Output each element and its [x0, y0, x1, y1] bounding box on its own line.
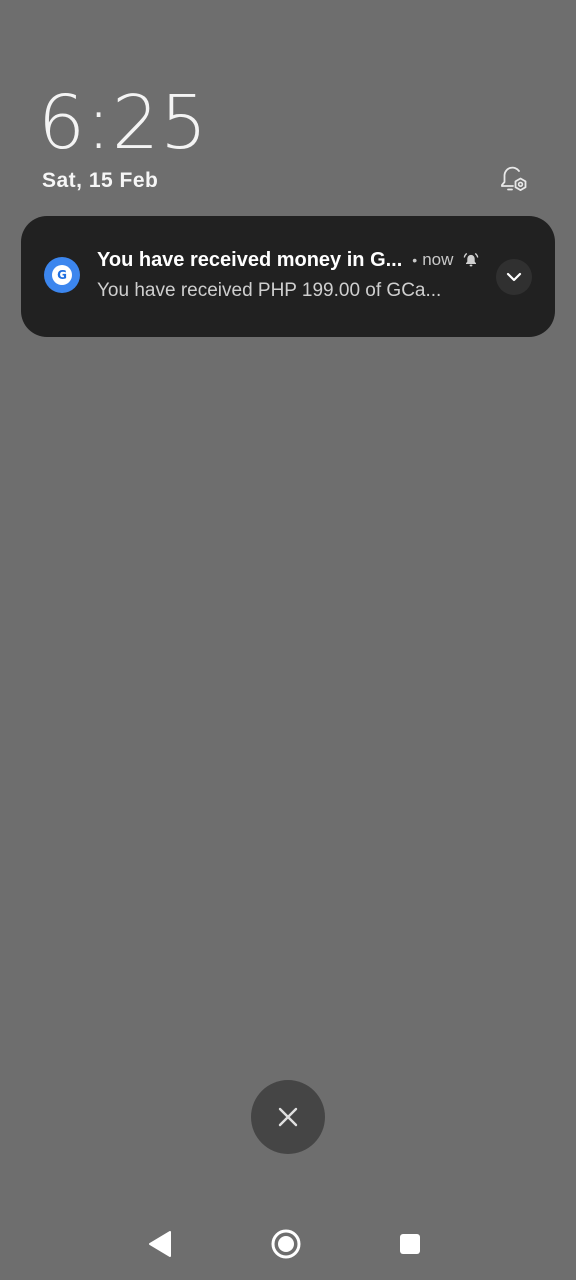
chevron-down-icon — [506, 272, 522, 282]
bell-alert-icon — [463, 252, 479, 268]
back-triangle-icon — [149, 1231, 171, 1257]
close-icon — [278, 1107, 298, 1127]
clear-all-notifications-button[interactable] — [251, 1080, 325, 1154]
nav-recents-button[interactable] — [399, 1233, 421, 1255]
expand-notification-button[interactable] — [496, 259, 532, 295]
gcash-app-icon: G — [44, 257, 80, 293]
lockscreen-clock: 6:25 — [38, 80, 209, 166]
notification-card[interactable]: G You have received money in G... • now … — [21, 216, 555, 337]
notification-time: now — [422, 250, 454, 269]
nav-home-button[interactable] — [270, 1228, 302, 1260]
notification-title: You have received money in G... — [97, 248, 403, 271]
bell-settings-icon — [501, 166, 527, 191]
notification-body: You have received PHP 199.00 of GCa... — [97, 280, 442, 301]
app-icon-letter: G — [52, 265, 72, 285]
nav-back-button[interactable] — [148, 1230, 174, 1258]
recents-square-icon — [400, 1234, 420, 1254]
notification-header: You have received money in G... • now — [97, 246, 487, 274]
notification-separator: • — [412, 252, 418, 268]
notification-settings-button[interactable] — [492, 158, 534, 200]
lockscreen-date: Sat, 15 Feb — [42, 169, 159, 192]
home-circle-icon — [271, 1229, 301, 1259]
